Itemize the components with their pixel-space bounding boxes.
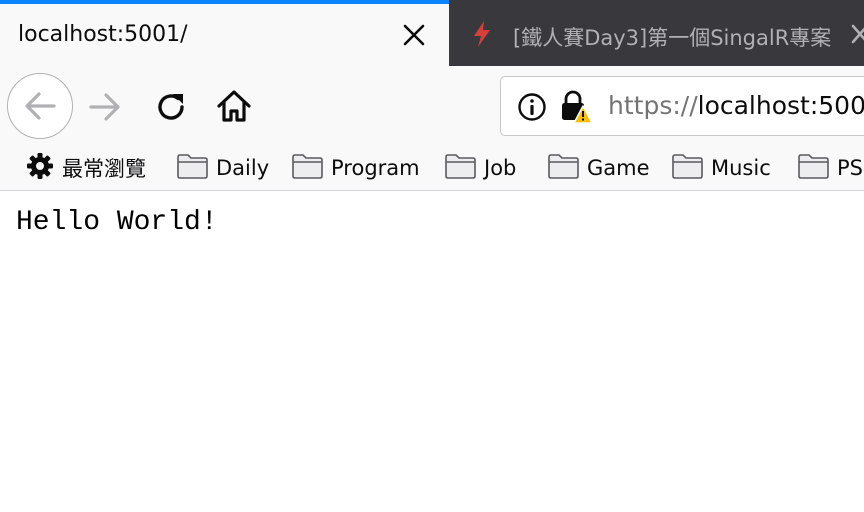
bookmark-label: Program [331, 156, 420, 180]
url-protocol: https:// [608, 91, 698, 120]
folder-icon [291, 152, 324, 184]
arrow-left-icon [25, 92, 56, 120]
close-tab-icon[interactable] [849, 22, 864, 46]
navigation-toolbar: https://localhost:5001/ [0, 66, 864, 146]
bookmark-label: Music [711, 156, 771, 180]
tab-active[interactable]: localhost:5001/ [0, 0, 449, 66]
bookmark-label: PS [837, 156, 863, 180]
page-content: Hello World! [0, 192, 864, 512]
url-text[interactable]: https://localhost:5001/ [608, 91, 864, 120]
hello-world-text: Hello World! [16, 207, 218, 238]
tab-inactive[interactable]: [鐵人賽Day3]第一個SingalR專案 [449, 0, 864, 66]
back-button[interactable] [7, 73, 73, 139]
gear-icon [25, 151, 55, 185]
bookmark-label: Daily [216, 156, 270, 180]
reload-icon [158, 94, 184, 120]
bookmark-folder-program[interactable]: Program [291, 152, 420, 184]
close-tab-icon[interactable] [400, 21, 428, 49]
tab-title: [鐵人賽Day3]第一個SingalR專案 [513, 26, 832, 50]
bookmark-label: 最常瀏覽 [62, 157, 146, 181]
bookmark-most-visited[interactable]: 最常瀏覽 [25, 152, 146, 184]
info-icon[interactable] [517, 92, 547, 122]
bookmarks-toolbar: 最常瀏覽 Daily Program Job Game Music PS [0, 146, 864, 191]
folder-icon [176, 152, 209, 184]
bookmark-folder-daily[interactable]: Daily [176, 152, 269, 184]
bookmark-label: Job [484, 156, 517, 180]
folder-icon [671, 152, 704, 184]
bookmark-folder-music[interactable]: Music [671, 152, 771, 184]
url-bar[interactable]: https://localhost:5001/ [500, 76, 864, 136]
reload-button[interactable] [151, 88, 191, 126]
bookmark-folder-ps[interactable]: PS [797, 152, 863, 184]
bookmark-label: Game [587, 156, 650, 180]
bolt-icon [471, 20, 493, 48]
folder-icon [797, 152, 830, 184]
forward-button[interactable] [86, 88, 124, 126]
url-host: localhost:5001/ [697, 91, 864, 120]
folder-icon [547, 152, 580, 184]
home-button[interactable] [213, 86, 255, 126]
insecure-lock-icon[interactable] [559, 89, 593, 125]
bookmark-folder-job[interactable]: Job [444, 152, 516, 184]
tab-strip: localhost:5001/ [鐵人賽Day3]第一個SingalR專案 [0, 0, 864, 66]
bookmark-folder-game[interactable]: Game [547, 152, 650, 184]
tab-title: localhost:5001/ [18, 22, 188, 47]
arrow-right-icon [89, 93, 120, 121]
home-icon [217, 90, 251, 122]
folder-icon [444, 152, 477, 184]
